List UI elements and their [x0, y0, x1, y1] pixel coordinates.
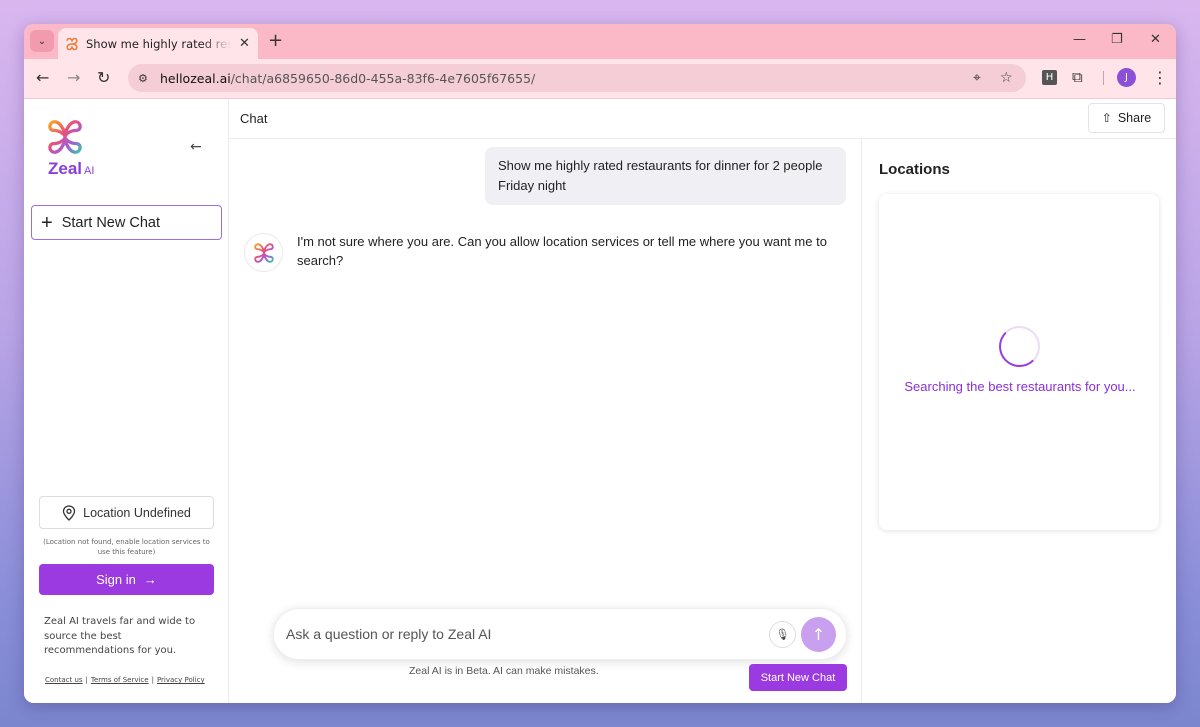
tab-search-button[interactable]: ⌄ [30, 30, 54, 52]
start-new-chat-button[interactable]: + Start New Chat [31, 205, 222, 240]
new-tab-button[interactable]: + [268, 30, 283, 51]
menu-kebab-icon[interactable]: ⋮ [1152, 68, 1168, 87]
start-new-chat-label: Start New Chat [61, 214, 161, 231]
beta-note: Zeal AI is in Beta. AI can make mistakes… [409, 665, 599, 677]
page-title: Chat [240, 111, 268, 126]
bot-avatar [244, 233, 283, 272]
extension-h-icon[interactable]: H [1042, 70, 1057, 85]
bookmark-star-icon[interactable]: ☆ [1000, 70, 1013, 86]
footer-links: Contact us | Terms of Service | Privacy Poli… [45, 676, 205, 684]
site-settings-icon[interactable]: ⚙ [138, 72, 152, 85]
toolbar-divider [1103, 71, 1104, 85]
assistant-message: I'm not sure where you are. Can you allo… [297, 234, 827, 268]
chat-area: Show me highly rated restaurants for din… [229, 139, 861, 703]
close-window-icon[interactable]: ✕ [1150, 32, 1161, 47]
terms-link[interactable]: Terms of Service [91, 676, 149, 684]
chevron-down-icon: ⌄ [37, 35, 47, 47]
loading-spinner-icon [999, 326, 1040, 367]
link-separator: | [85, 676, 88, 684]
collapse-sidebar-icon[interactable]: ← [190, 139, 202, 155]
profile-avatar[interactable]: J [1117, 68, 1136, 87]
logo-wordmark: Zeal AI [48, 159, 94, 179]
privacy-link[interactable]: Privacy Policy [157, 676, 205, 684]
logo-suffix: AI [84, 165, 95, 177]
browser-window: ⌄ Show me highly rated restaurants ✕ + —… [24, 24, 1176, 703]
zeal-favicon-icon [66, 37, 78, 50]
location-selector[interactable]: Location Undefined [39, 496, 214, 529]
chat-input-bar: 🎙 ↑ [273, 608, 847, 660]
reload-icon[interactable]: ↻ [97, 68, 110, 87]
searching-status: Searching the best restaurants for you..… [904, 379, 1136, 394]
browser-toolbar: ← → ↻ ⚙ hellozeal.ai/chat/a6859650-86d0-… [24, 59, 1176, 99]
sign-in-label: Sign in [96, 572, 136, 587]
locations-card: Searching the best restaurants for you..… [879, 194, 1159, 530]
arrow-up-icon: ↑ [811, 625, 826, 644]
chat-input[interactable] [286, 623, 756, 645]
zeal-bot-icon [253, 242, 274, 263]
link-separator: | [151, 676, 154, 684]
active-tab[interactable]: Show me highly rated restaurants ✕ [58, 28, 258, 59]
plus-icon: + [41, 211, 53, 234]
minimize-icon[interactable]: — [1073, 32, 1086, 47]
map-pin-icon [62, 504, 76, 521]
extensions-puzzle-icon[interactable]: ⧉ [1072, 68, 1083, 86]
logo-name: Zeal [48, 159, 83, 178]
send-button[interactable]: ↑ [801, 617, 836, 652]
chat-header: Chat ⇧ Share [229, 99, 1176, 139]
sidebar: Zeal AI ← + Start New Chat Location Undef… [24, 99, 229, 703]
location-off-icon[interactable]: ⌖ [973, 70, 981, 86]
forward-icon[interactable]: → [67, 68, 80, 87]
url-path: /chat/a6859650-86d0-455a-83f6-4e7605f676… [230, 70, 536, 86]
zeal-logo-icon [48, 120, 82, 154]
location-note: (Location not found, enable location ser… [43, 538, 210, 556]
contact-link[interactable]: Contact us [45, 676, 83, 684]
tab-strip: ⌄ Show me highly rated restaurants ✕ + —… [24, 24, 1176, 59]
locations-panel: Locations Searching the best restaurants… [861, 139, 1176, 703]
user-message: Show me highly rated restaurants for din… [485, 147, 846, 205]
location-label: Location Undefined [83, 505, 191, 520]
share-icon: ⇧ [1101, 111, 1112, 125]
sign-in-button[interactable]: Sign in → [39, 564, 214, 595]
tab-title: Show me highly rated restaurants [86, 36, 231, 51]
app-content: Zeal AI ← + Start New Chat Location Undef… [24, 99, 1176, 703]
share-label: Share [1117, 111, 1152, 125]
microphone-icon[interactable]: 🎙 [769, 621, 796, 648]
url-text: hellozeal.ai/chat/a6859650-86d0-455a-83f… [160, 71, 535, 86]
locations-title: Locations [879, 161, 950, 178]
back-icon[interactable]: ← [36, 68, 49, 87]
address-bar[interactable]: ⚙ hellozeal.ai/chat/a6859650-86d0-455a-8… [128, 64, 1026, 92]
share-button[interactable]: ⇧ Share [1088, 103, 1165, 133]
start-new-chat-bottom-button[interactable]: Start New Chat [749, 664, 847, 691]
tab-close-icon[interactable]: ✕ [239, 36, 250, 51]
restore-icon[interactable]: ❐ [1111, 32, 1123, 47]
sidebar-description: Zeal AI travels far and wide to source t… [44, 616, 196, 656]
url-domain: hellozeal.ai [160, 70, 231, 86]
arrow-right-icon: → [143, 572, 157, 587]
